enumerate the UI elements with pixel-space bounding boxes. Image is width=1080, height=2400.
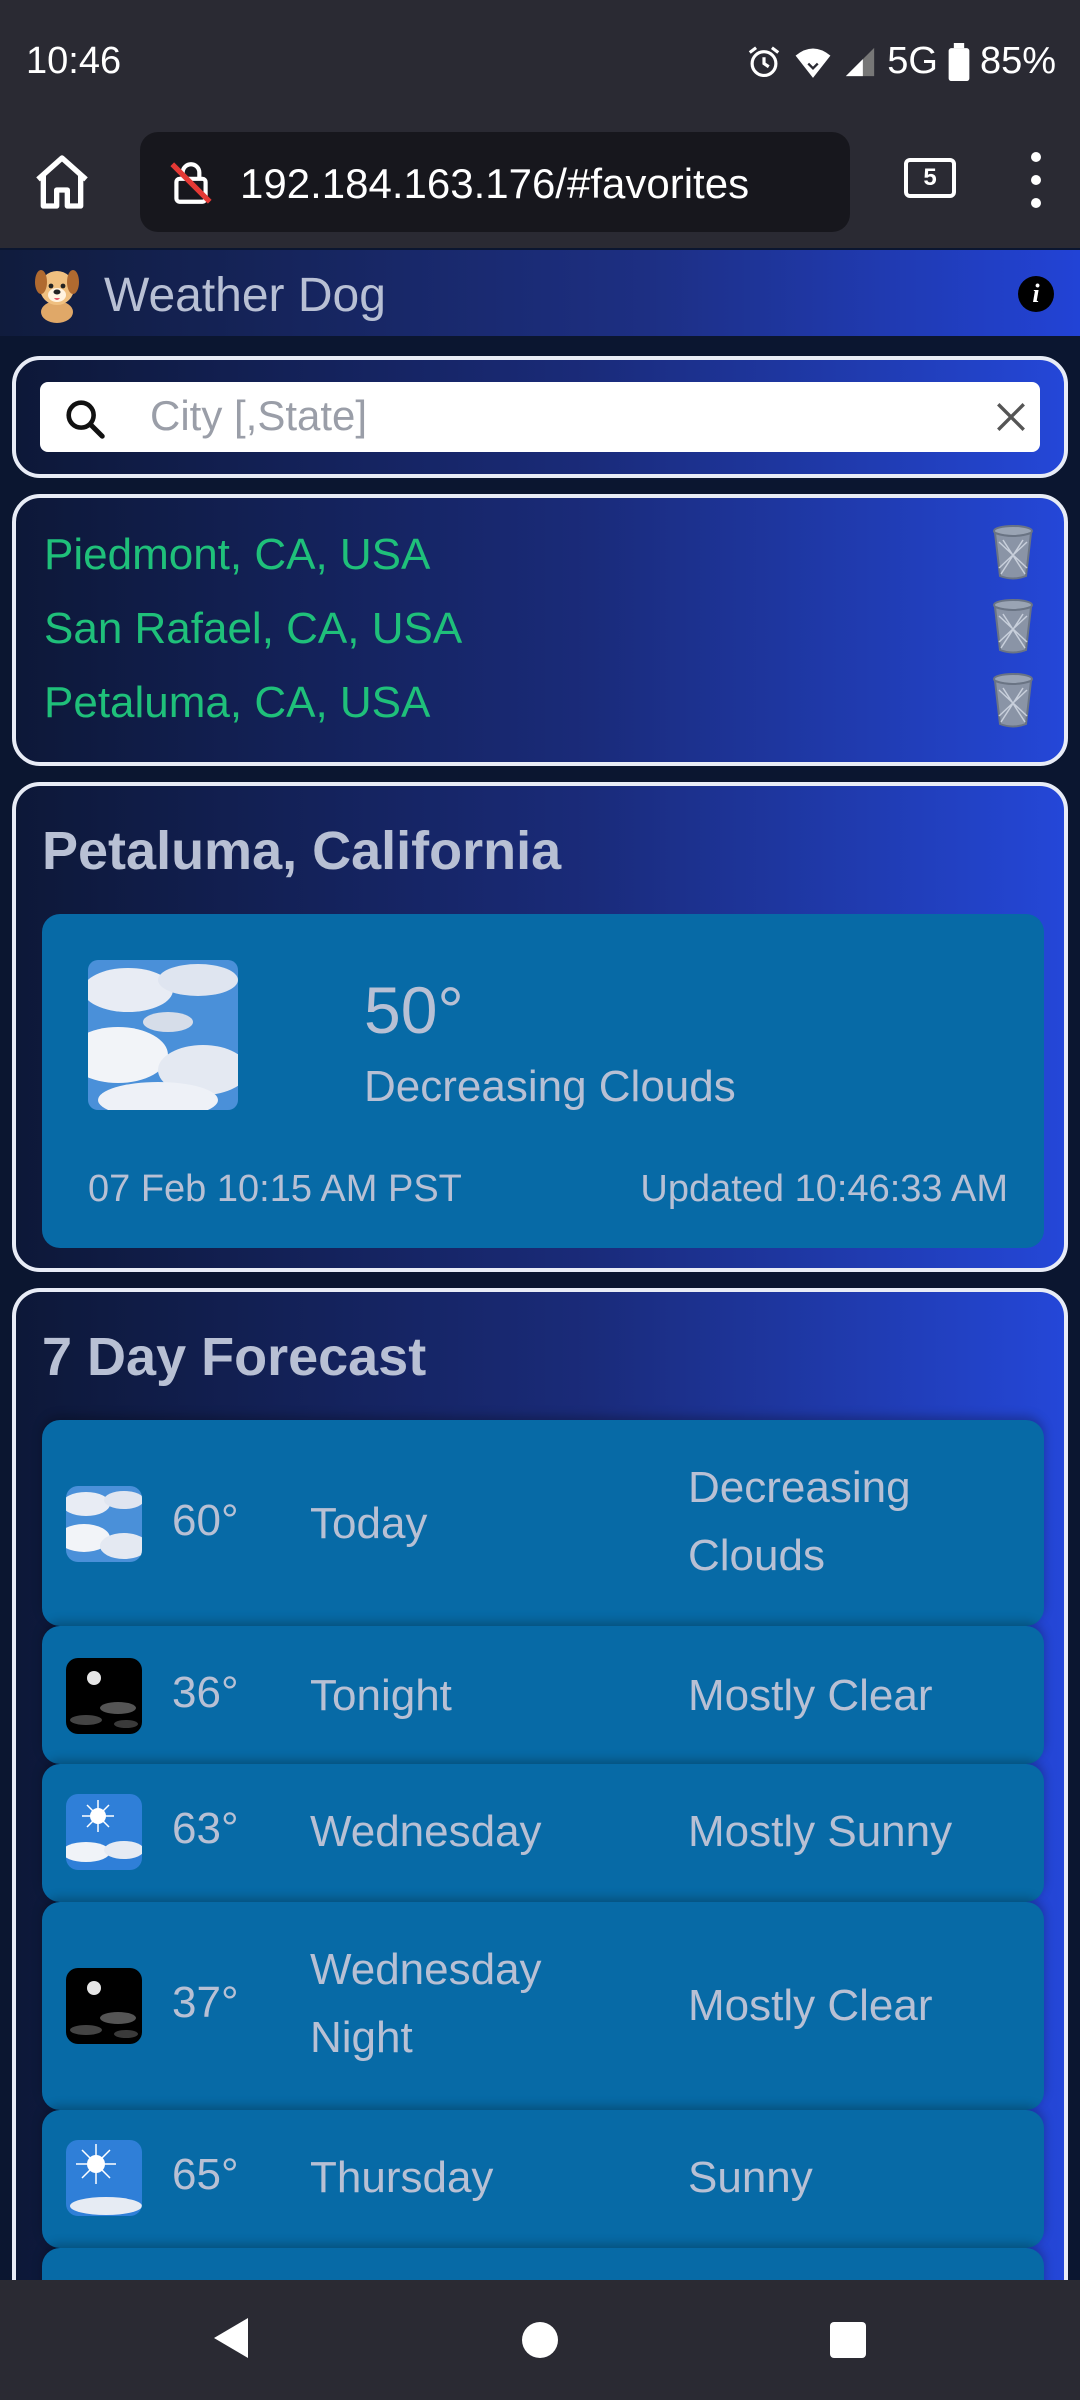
tab-switcher-button[interactable]: 5 <box>904 158 956 198</box>
current-conditions-card: Petaluma, California 50° Decreasing Clou… <box>12 782 1068 1272</box>
browser-toolbar: 192.184.163.176/#favorites 5 <box>0 128 1080 248</box>
forecast-row: 37° Wednesday Night Mostly Clear <box>42 1902 1044 2110</box>
overflow-menu-icon[interactable] <box>1018 150 1054 210</box>
search-card <box>12 356 1068 478</box>
battery-icon <box>948 42 970 81</box>
current-condition: Decreasing Clouds <box>364 1062 736 1111</box>
forecast-condition: Mostly Clear <box>688 1671 933 1720</box>
system-navigation-bar <box>0 2280 1080 2400</box>
app-title: Weather Dog <box>104 269 386 322</box>
forecast-row: 36° Tonight Mostly Clear <box>42 1626 1044 1764</box>
forecast-condition: Decreasing Clouds <box>688 1463 911 1580</box>
close-icon[interactable] <box>994 400 1028 434</box>
wifi-icon <box>795 48 831 78</box>
forecast-row: 65° Thursday Sunny <box>42 2110 1044 2248</box>
status-icons: 5G 85% <box>745 40 1056 83</box>
address-bar[interactable]: 192.184.163.176/#favorites <box>140 132 850 232</box>
forecast-day: Wednesday Night <box>310 1945 542 2062</box>
app-header: Weather Dog i <box>0 250 1080 336</box>
sunny-icon <box>66 2140 142 2216</box>
forecast-temp: 37° <box>172 1978 239 2027</box>
favorite-item: San Rafael, CA, USA <box>44 592 1044 662</box>
alarm-icon <box>749 45 780 77</box>
status-bar: 10:46 5G 85% <box>0 0 1080 128</box>
forecast-day: Tonight <box>310 1671 452 1720</box>
dog-logo-icon <box>35 270 79 323</box>
favorite-item: Petaluma, CA, USA <box>44 666 1044 736</box>
forecast-title: 7 Day Forecast <box>42 1327 427 1387</box>
network-type: 5G <box>887 40 938 82</box>
forecast-day: Today <box>310 1499 428 1548</box>
forecast-row: 63° Wednesday Mostly Sunny <box>42 1764 1044 1902</box>
favorite-link[interactable]: Piedmont, CA, USA <box>44 530 430 580</box>
forecast-condition: Sunny <box>688 2153 813 2202</box>
forecast-temp: 65° <box>172 2150 239 2199</box>
forecast-day: Wednesday <box>310 1807 542 1856</box>
updated-time: Updated 10:46:33 AM <box>640 1168 1008 1210</box>
forecast-condition: Mostly Sunny <box>688 1807 953 1856</box>
search-icon <box>66 400 105 439</box>
info-icon[interactable]: i <box>1018 276 1054 312</box>
forecast-temp: 60° <box>172 1496 239 1545</box>
search-input[interactable] <box>150 386 930 446</box>
url-text[interactable]: 192.184.163.176/#favorites <box>240 160 749 208</box>
clouds-icon <box>88 960 238 1110</box>
search-field <box>40 382 1040 452</box>
recent-apps-icon[interactable] <box>830 2322 866 2358</box>
forecast-condition: Mostly Clear <box>688 1981 933 2030</box>
observation-time: 07 Feb 10:15 AM PST <box>88 1168 462 1210</box>
favorites-card: Piedmont, CA, USA San Rafael, CA, USA Pe… <box>12 494 1068 766</box>
trash-icon[interactable] <box>990 524 1036 580</box>
forecast-temp: 63° <box>172 1804 239 1853</box>
trash-icon[interactable] <box>990 598 1036 654</box>
current-temperature: 50° <box>364 973 464 1047</box>
home-icon[interactable] <box>30 150 94 214</box>
forecast-temp: 36° <box>172 1668 239 1717</box>
not-secure-lock-icon[interactable] <box>166 158 216 208</box>
trash-icon[interactable] <box>990 672 1036 728</box>
signal-icon <box>846 47 875 76</box>
favorite-link[interactable]: San Rafael, CA, USA <box>44 604 462 654</box>
night-clear-icon <box>66 1968 142 2044</box>
forecast-row: 60° Today Decreasing Clouds <box>42 1420 1044 1626</box>
clouds-icon <box>66 1486 142 1562</box>
battery-level: 85% <box>979 40 1056 82</box>
location-title: Petaluma, California <box>42 821 562 881</box>
forecast-card: 7 Day Forecast 60° Today Decreasing Clou… <box>12 1288 1068 2400</box>
home-nav-icon[interactable] <box>522 2322 558 2358</box>
current-conditions-panel: 50° Decreasing Clouds 07 Feb 10:15 AM PS… <box>42 914 1044 1248</box>
mostly-sunny-icon <box>66 1794 142 1870</box>
forecast-day: Thursday <box>310 2153 494 2202</box>
night-clear-icon <box>66 1658 142 1734</box>
back-icon[interactable] <box>210 2316 250 2360</box>
status-time: 10:46 <box>26 40 122 82</box>
favorite-link[interactable]: Petaluma, CA, USA <box>44 678 430 728</box>
favorite-item: Piedmont, CA, USA <box>44 518 1044 588</box>
